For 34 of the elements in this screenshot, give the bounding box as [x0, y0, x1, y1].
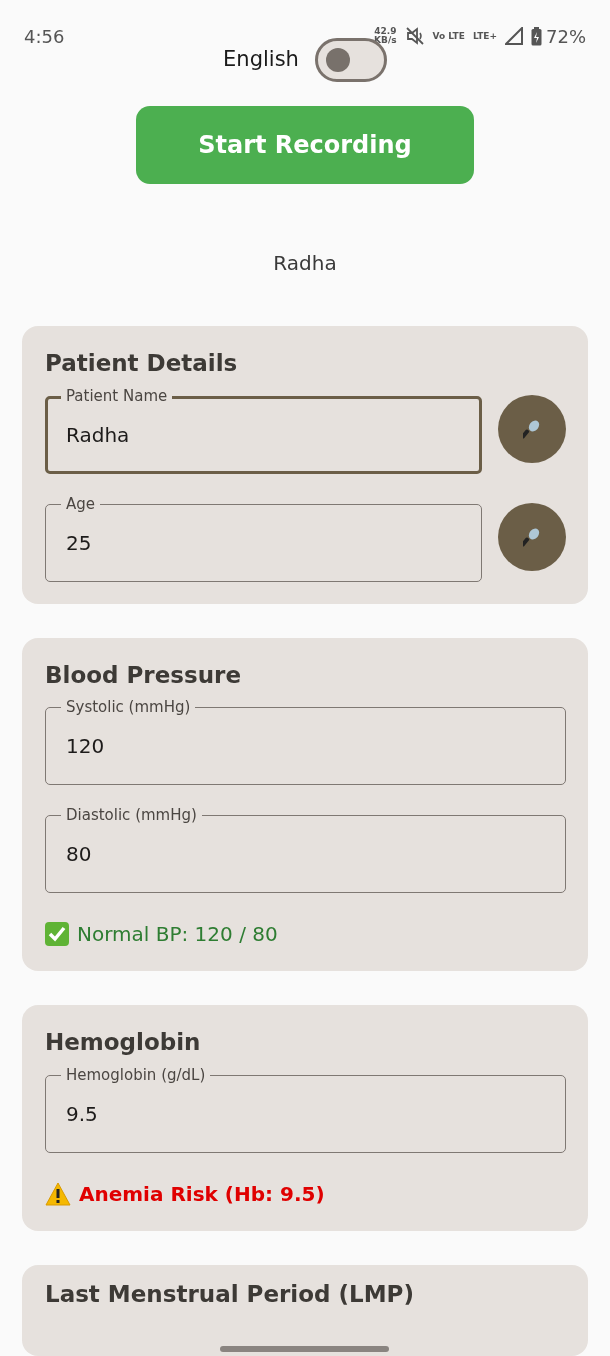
input-field[interactable]: Systolic (mmHg) 120 [45, 696, 566, 786]
input-field[interactable]: Hemoglobin (g/dL) 9.5 [45, 1063, 566, 1153]
network-type: LTE+ [472, 31, 497, 41]
network-speed: 42.9 [374, 27, 397, 36]
gesture-handle[interactable] [220, 1346, 389, 1352]
result-message: Anemia Risk (Hb: 9.5) [79, 1180, 325, 1208]
microphone-icon [523, 527, 541, 548]
input-field[interactable]: Diastolic (mmHg) 80 [45, 804, 566, 894]
section-title: Hemoglobin [45, 1029, 202, 1057]
microphone-icon [523, 419, 541, 440]
volte-label: Vo LTE [432, 31, 465, 41]
section-title: Blood Pressure [45, 661, 242, 690]
language-label: English [223, 46, 299, 74]
section-title: Last Menstrual Period (LMP) [45, 1280, 415, 1309]
signal-icon [505, 27, 523, 45]
field-value: Radha [66, 421, 130, 449]
result-message: Normal BP: 120 / 80 [77, 921, 278, 949]
clock-time: 4:56 [24, 24, 65, 49]
warning-icon [45, 1181, 71, 1206]
field-label: Systolic (mmHg) [61, 697, 196, 718]
input-field[interactable]: Patient Name Radha [45, 384, 482, 474]
field-value: 25 [66, 529, 92, 557]
speed-unit: KB/s [374, 36, 397, 45]
field-value: 9.5 [66, 1100, 98, 1128]
field-value: 120 [66, 733, 105, 761]
input-field[interactable]: Age 25 [45, 492, 482, 582]
mute-icon [404, 26, 425, 46]
field-value: 80 [66, 841, 92, 869]
section-title: Patient Details [45, 350, 239, 378]
battery-level: 72% [546, 24, 586, 49]
field-label: Diastolic (mmHg) [61, 805, 202, 826]
check-icon [45, 922, 69, 947]
battery-icon [531, 26, 542, 46]
recognized-text: Radha [273, 250, 337, 277]
